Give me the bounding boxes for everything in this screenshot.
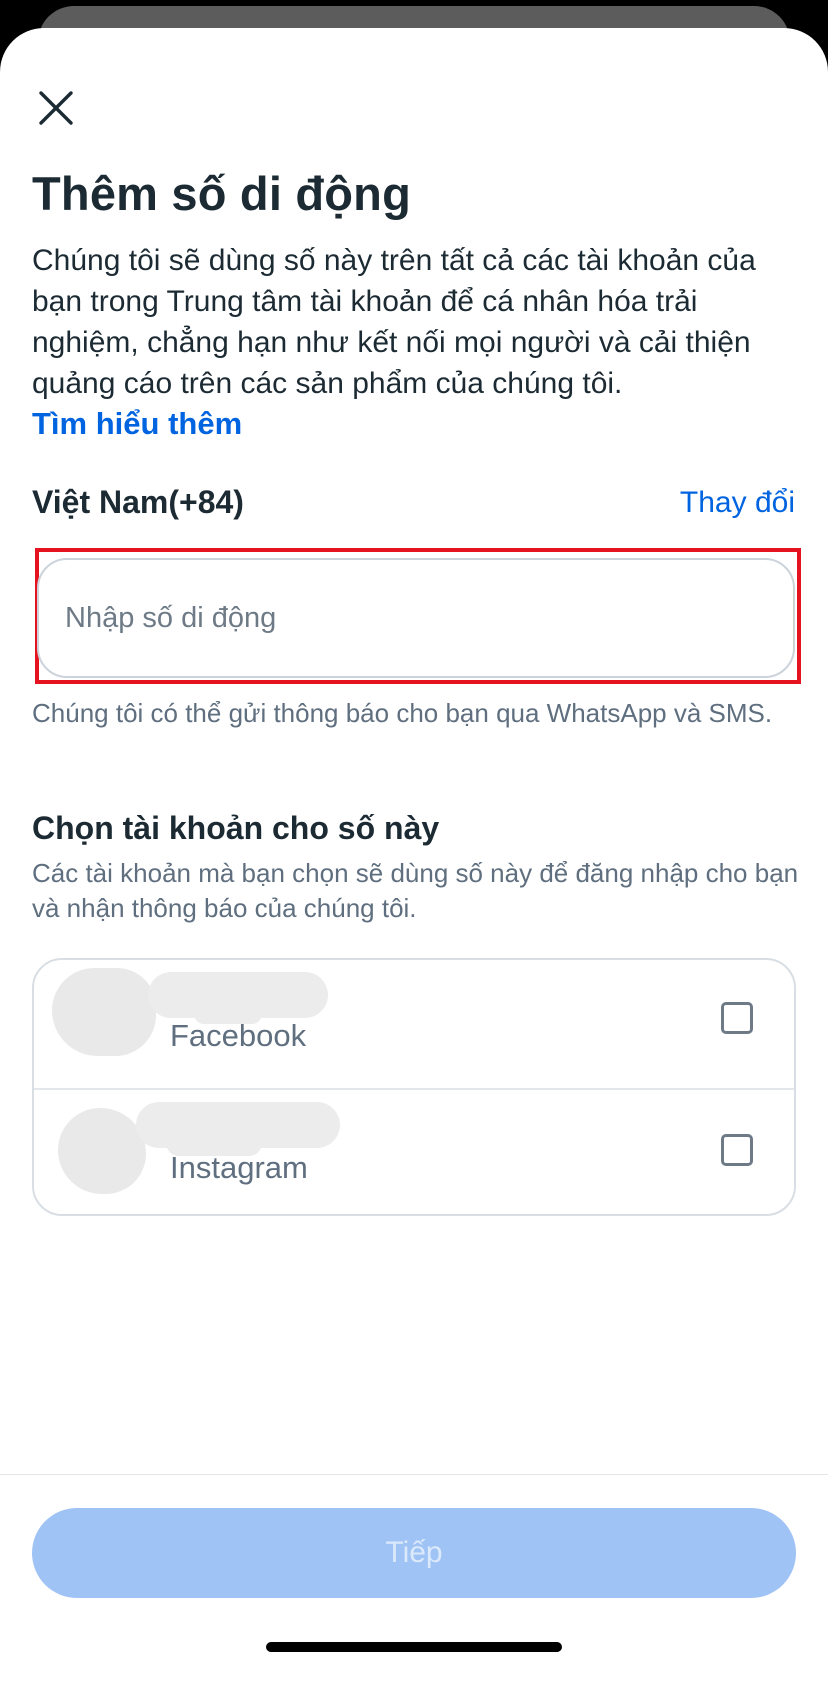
change-country-link[interactable]: Thay đổi: [680, 486, 795, 520]
accounts-section-description: Các tài khoản mà bạn chọn sẽ dùng số này…: [32, 858, 799, 923]
accounts-section-title: Chọn tài khoản cho số này: [32, 810, 440, 846]
next-button[interactable]: Tiếp: [32, 1508, 796, 1598]
facebook-checkbox[interactable]: [721, 1002, 753, 1034]
page-title: Thêm số di động: [32, 167, 411, 220]
avatar: [58, 1108, 146, 1194]
account-platform-label: Instagram: [170, 1150, 308, 1185]
account-list: Facebook Instagram: [32, 958, 796, 1216]
country-code-label: Việt Nam(+84): [32, 484, 244, 520]
close-button[interactable]: [30, 82, 82, 134]
phone-helper-text: Chúng tôi có thể gửi thông báo cho bạn q…: [32, 698, 773, 728]
learn-more-link[interactable]: Tìm hiểu thêm: [32, 406, 242, 442]
account-platform-label: Facebook: [170, 1018, 307, 1053]
footer-divider: [0, 1474, 828, 1475]
account-row-instagram[interactable]: Instagram: [34, 1088, 794, 1214]
description-text: Chúng tôi sẽ dùng số này trên tất cả các…: [32, 244, 756, 400]
instagram-checkbox[interactable]: [721, 1134, 753, 1166]
close-icon: [39, 91, 73, 125]
home-indicator: [266, 1642, 562, 1652]
avatar: [52, 968, 156, 1056]
account-row-facebook[interactable]: Facebook: [34, 960, 794, 1088]
phone-number-input[interactable]: [37, 558, 795, 678]
